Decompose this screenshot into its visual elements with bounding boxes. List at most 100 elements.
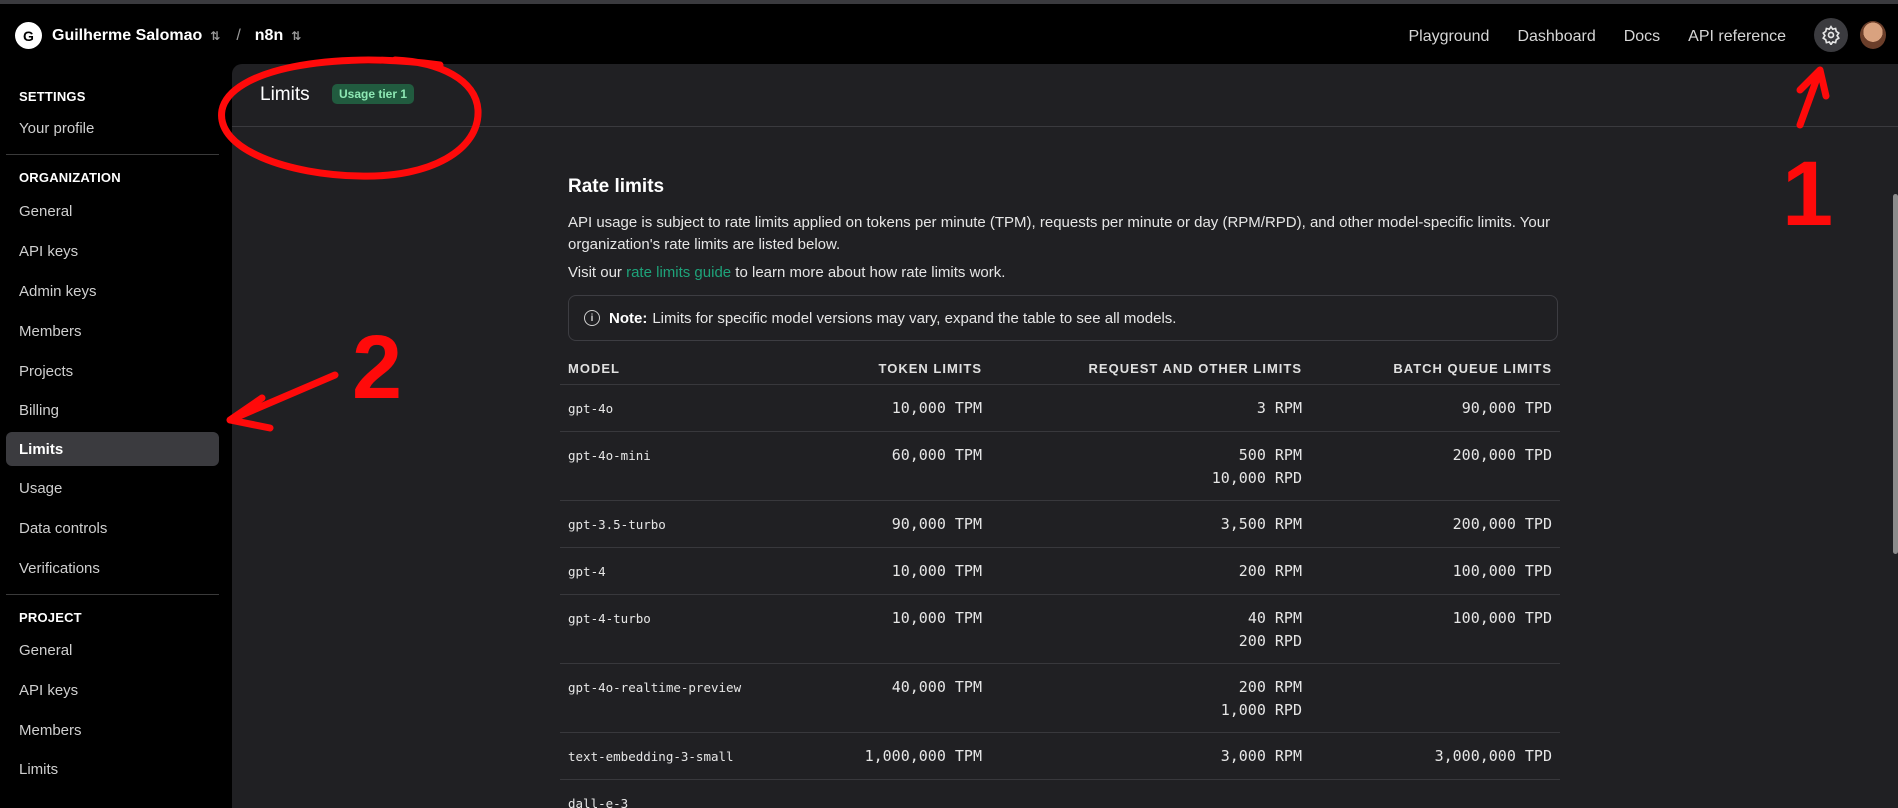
token-limit-value: 1,000,000 TPM (864, 747, 982, 765)
top-nav: Playground Dashboard Docs API reference (1408, 18, 1898, 52)
request-limit-cell: 500 RPM 10,000 RPD (990, 431, 1310, 501)
batch-limit-value: 90,000 TPD (1461, 399, 1552, 417)
org-avatar[interactable]: G (15, 22, 42, 49)
org-name[interactable]: Guilherme Salomao (52, 27, 202, 45)
column-header-model: MODEL (560, 361, 810, 385)
sidebar-item-org-limits[interactable]: Limits (6, 432, 219, 466)
user-avatar[interactable] (1860, 21, 1886, 49)
sidebar-item-data-controls[interactable]: Data controls (6, 511, 219, 545)
sidebar-item-org-api-keys[interactable]: API keys (6, 234, 219, 268)
request-limit-cell: 200 RPM 1,000 RPD (990, 663, 1310, 733)
nav-playground[interactable]: Playground (1408, 28, 1489, 46)
nav-api-reference[interactable]: API reference (1688, 28, 1786, 46)
request-limit-value: 200 RPM (1238, 678, 1302, 696)
batch-limit-value: 200,000 TPD (1452, 515, 1552, 533)
sidebar-item-projects[interactable]: Projects (6, 354, 219, 388)
token-limit-cell: 1,000,000 TPM (810, 732, 990, 780)
top-bar: G Guilherme Salomao ⇅ / n8n ⇅ Playground… (0, 0, 1898, 64)
token-limit-cell: 10,000 TPM (810, 384, 990, 432)
column-header-batch-limits: BATCH QUEUE LIMITS (1310, 361, 1560, 385)
org-project-switcher: G Guilherme Salomao ⇅ / n8n ⇅ (15, 22, 301, 49)
request-limit-value: 10,000 RPD (1211, 469, 1302, 487)
token-limit-cell: 10,000 TPM (810, 547, 990, 595)
note-callout: i Note: Limits for specific model versio… (568, 295, 1558, 341)
model-name-cell: gpt-4o (560, 384, 810, 432)
table-row: text-embedding-3-small 1,000,000 TPM 3,000… (560, 732, 1560, 780)
batch-limit-cell: 100,000 TPD (1310, 547, 1560, 595)
table-row: gpt-4-turbo 10,000 TPM 40 RPM 200 RPD 100,00… (560, 594, 1560, 664)
model-name-cell: gpt-3.5-turbo (560, 500, 810, 548)
sidebar-item-admin-keys[interactable]: Admin keys (6, 274, 219, 308)
rate-limits-title: Rate limits (568, 176, 665, 197)
model-name-cell: dall-e-3 (560, 779, 810, 808)
batch-limit-cell: 200,000 TPD (1310, 500, 1560, 548)
organization-section-title: ORGANIZATION (19, 170, 121, 185)
chevron-up-down-icon[interactable]: ⇅ (291, 30, 301, 42)
batch-limit-cell: 3,000,000 TPD (1310, 732, 1560, 780)
visit-prefix: Visit our (568, 264, 627, 281)
rate-limits-table: MODEL TOKEN LIMITS REQUEST AND OTHER LIM… (560, 361, 1560, 808)
sidebar-item-project-api-keys[interactable]: API keys (6, 673, 219, 707)
token-limit-cell: 40,000 TPM (810, 663, 990, 733)
model-name-cell: gpt-4-turbo (560, 594, 810, 664)
sidebar-item-billing[interactable]: Billing (6, 393, 219, 427)
request-limit-value: 3 RPM (1256, 399, 1302, 417)
nav-dashboard[interactable]: Dashboard (1517, 28, 1595, 46)
sidebar-item-your-profile[interactable]: Your profile (6, 111, 219, 145)
rate-limits-guide-link[interactable]: rate limits guide (626, 264, 731, 281)
batch-limit-cell (1310, 663, 1560, 733)
project-name[interactable]: n8n (255, 27, 283, 45)
sidebar-item-usage[interactable]: Usage (6, 471, 219, 505)
token-limit-value: 10,000 TPM (891, 562, 982, 580)
sidebar-item-org-general[interactable]: General (6, 194, 219, 228)
rate-limits-guide-text: Visit our rate limits guide to learn mor… (568, 264, 1568, 281)
token-limit-value: 90,000 TPM (891, 515, 982, 533)
model-name-cell: text-embedding-3-small (560, 732, 810, 780)
request-limit-cell: 3 RPM (990, 384, 1310, 432)
table-row: gpt-4o-realtime-preview 40,000 TPM 200 RPM… (560, 663, 1560, 733)
sidebar-item-project-limits[interactable]: Limits (6, 752, 219, 786)
sidebar-item-verifications[interactable]: Verifications (6, 551, 219, 585)
column-header-request-limits: REQUEST AND OTHER LIMITS (990, 361, 1310, 385)
scrollbar-thumb[interactable] (1893, 194, 1898, 554)
usage-tier-badge: Usage tier 1 (332, 84, 415, 104)
info-icon: i (584, 310, 600, 326)
sidebar-divider (6, 594, 219, 595)
rate-limits-description: API usage is subject to rate limits appl… (568, 214, 1551, 253)
request-limit-value: 500 RPM (1238, 446, 1302, 464)
model-name-cell: gpt-4o-mini (560, 431, 810, 501)
table-row: gpt-4 10,000 TPM 200 RPM 100,000 TPD (560, 547, 1560, 595)
project-section-title: PROJECT (19, 610, 82, 625)
token-limit-cell: 10,000 TPM (810, 594, 990, 664)
settings-sidebar: SETTINGS Your profile ORGANIZATION Gener… (0, 64, 232, 808)
request-limit-value: 200 RPD (1238, 632, 1302, 650)
nav-docs[interactable]: Docs (1624, 28, 1660, 46)
rate-limits-table-body: gpt-4o 10,000 TPM 3 RPM 90,000 TPD gpt-4o-mi… (560, 384, 1560, 808)
token-limit-value: 40,000 TPM (891, 678, 982, 696)
page-title: Limits (260, 84, 310, 105)
request-limit-value: 200 RPM (1238, 562, 1302, 580)
request-limit-cell: 40 RPM 200 RPD (990, 594, 1310, 664)
request-limit-cell: 3,000 RPM (990, 732, 1310, 780)
scrollbar[interactable] (1892, 64, 1898, 808)
breadcrumb-separator: / (236, 26, 241, 44)
batch-limit-value: 100,000 TPD (1452, 562, 1552, 580)
batch-limit-cell (1310, 779, 1560, 808)
sidebar-item-project-general[interactable]: General (6, 633, 219, 667)
batch-limit-value: 200,000 TPD (1452, 446, 1552, 464)
column-header-token-limits: TOKEN LIMITS (810, 361, 990, 385)
token-limit-value: 60,000 TPM (891, 446, 982, 464)
note-text: Limits for specific model versions may v… (652, 309, 1177, 327)
chevron-up-down-icon[interactable]: ⇅ (210, 30, 220, 42)
settings-section-title: SETTINGS (19, 89, 86, 104)
request-limit-value: 40 RPM (1247, 609, 1302, 627)
sidebar-item-org-members[interactable]: Members (6, 314, 219, 348)
token-limit-value: 10,000 TPM (891, 399, 982, 417)
request-limit-cell: 3,500 RPM (990, 500, 1310, 548)
model-name-cell: gpt-4o-realtime-preview (560, 663, 810, 733)
settings-button[interactable] (1814, 18, 1848, 52)
token-limit-cell: 60,000 TPM (810, 431, 990, 501)
batch-limit-value: 100,000 TPD (1452, 609, 1552, 627)
page-header: Limits Usage tier 1 (232, 64, 1898, 127)
sidebar-item-project-members[interactable]: Members (6, 713, 219, 747)
